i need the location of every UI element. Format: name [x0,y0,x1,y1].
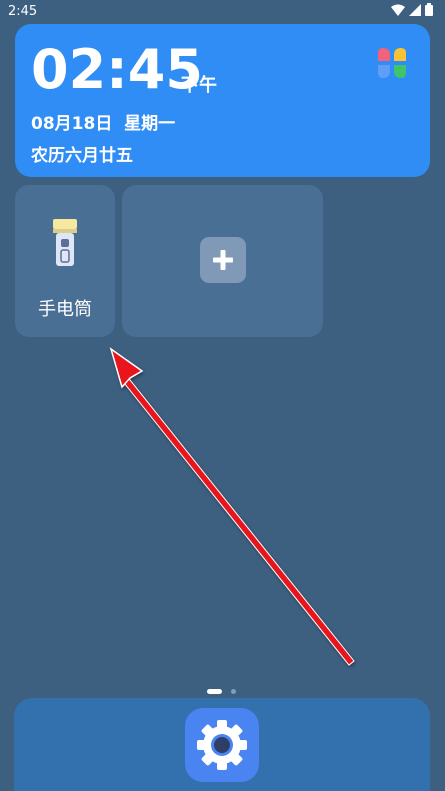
status-bar: 2:45 [0,0,445,24]
clock-widget[interactable]: 02:45 下午 08月18日 星期一 农历六月廿五 [15,24,430,177]
status-time: 2:45 [8,4,38,19]
page-dot[interactable] [231,689,236,694]
battery-icon [425,3,433,16]
page-indicator [207,689,247,695]
clock-date: 08月18日 星期一 [31,114,176,134]
flashlight-label: 手电筒 [38,299,92,320]
status-icons [391,3,433,16]
flashlight-icon [53,219,77,266]
add-widget-tile[interactable] [122,185,323,337]
add-button[interactable] [200,237,246,283]
four-petal-logo-icon [378,48,406,78]
clock-time: 02:45 [31,38,203,101]
gear-icon [197,720,247,770]
page-dot-active [207,689,222,694]
plus-icon [213,250,233,270]
signal-icon [409,3,421,16]
flashlight-tile[interactable]: 手电筒 [15,185,115,337]
wifi-icon [391,4,405,16]
settings-app-icon[interactable] [185,708,259,782]
clock-ampm: 下午 [181,75,217,96]
dock [14,698,430,791]
clock-lunar-date: 农历六月廿五 [31,146,133,166]
